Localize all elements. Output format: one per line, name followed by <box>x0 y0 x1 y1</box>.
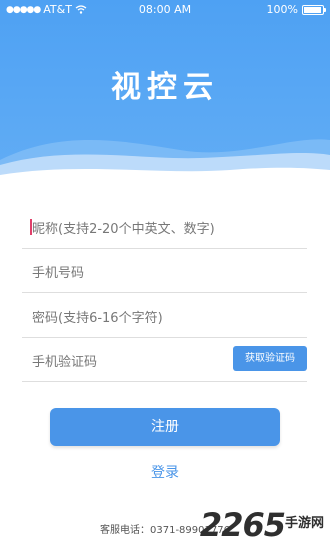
wave-decoration <box>0 139 330 185</box>
nickname-field[interactable]: 昵称(支持2-20个中英文、数字) <box>22 205 307 249</box>
battery-fill <box>304 6 321 13</box>
login-link[interactable]: 登录 <box>0 462 330 482</box>
phone-field[interactable]: 手机号码 <box>22 249 307 293</box>
phone-placeholder: 手机号码 <box>32 266 85 281</box>
battery-icon <box>302 4 326 15</box>
code-field[interactable]: 手机验证码 获取验证码 <box>22 338 307 382</box>
password-placeholder: 密码(支持6-16个字符) <box>32 311 163 326</box>
watermark-number: 2265 <box>199 506 286 544</box>
battery-percent: 100% <box>266 3 298 16</box>
header-banner: ●●●●● AT&T 08:00 AM 100% 视控云 <box>0 0 330 185</box>
code-placeholder: 手机验证码 <box>32 355 98 370</box>
status-right: 100% <box>266 3 326 16</box>
watermark-logo: 2265手游网 <box>200 506 324 544</box>
register-button[interactable]: 注册 <box>50 408 280 446</box>
password-field[interactable]: 密码(支持6-16个字符) <box>22 294 307 338</box>
app-logo: 视控云 <box>111 70 219 105</box>
nickname-placeholder: 昵称(支持2-20个中英文、数字) <box>32 222 215 237</box>
watermark-site: 手游网 <box>284 516 324 531</box>
get-code-button[interactable]: 获取验证码 <box>233 346 307 371</box>
status-bar: ●●●●● AT&T 08:00 AM 100% <box>0 0 330 20</box>
